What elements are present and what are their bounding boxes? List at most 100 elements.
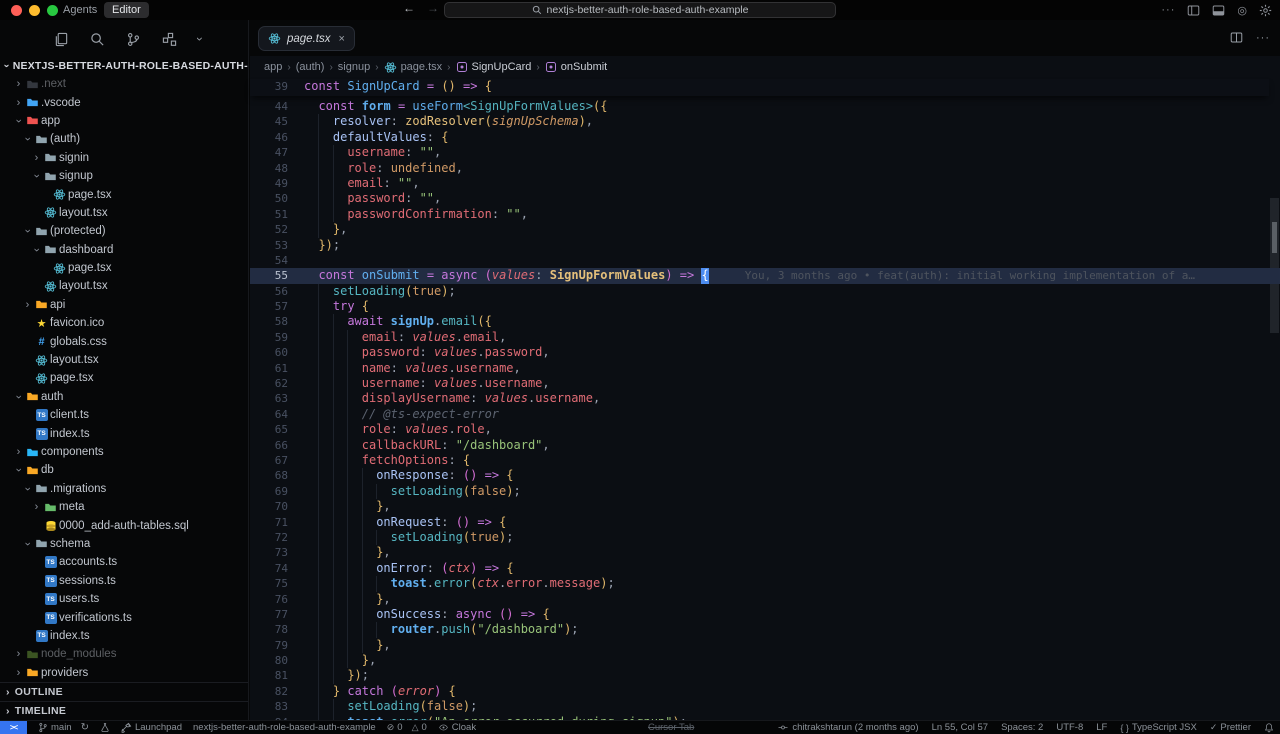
command-search-bar[interactable]: nextjs-better-auth-role-based-auth-examp… [444, 2, 836, 18]
code-line-66[interactable]: 66callbackURL: "/dashboard", [250, 438, 1280, 453]
extensions-icon[interactable] [162, 32, 177, 47]
tree-item-page.tsx[interactable]: page.tsx [0, 369, 248, 387]
tree-item-components[interactable]: ›components [0, 443, 248, 461]
line-number[interactable]: 48 [250, 161, 288, 176]
line-number[interactable]: 47 [250, 145, 288, 160]
code-line-47[interactable]: 47username: "", [250, 145, 1280, 160]
chevron-down-icon[interactable]: › [198, 30, 202, 48]
status-item-ln-55-col-57[interactable]: Ln 55, Col 57 [932, 722, 989, 733]
status-item-chitrakshtarun-2-months-ago-[interactable]: chitrakshtarun (2 months ago) [777, 722, 918, 733]
code-line-57[interactable]: 57try { [250, 299, 1280, 314]
status-item-flask-icon[interactable] [100, 722, 110, 733]
line-number[interactable]: 58 [250, 314, 288, 329]
menu-agents[interactable]: Agents [63, 0, 97, 20]
status-item-bell-icon[interactable] [1264, 722, 1274, 733]
code-line-74[interactable]: 74onError: (ctx) => { [250, 561, 1280, 576]
code-line-59[interactable]: 59email: values.email, [250, 330, 1280, 345]
code-line-63[interactable]: 63displayUsername: values.username, [250, 391, 1280, 406]
status-item-main[interactable]: main↻ [38, 722, 89, 733]
outline-section-header[interactable]: › OUTLINE [0, 682, 248, 701]
remote-indicator[interactable]: >< [0, 721, 27, 734]
status-item-prettier[interactable]: ✓Prettier [1210, 722, 1251, 733]
line-number[interactable]: 81 [250, 668, 288, 683]
line-number[interactable]: 70 [250, 499, 288, 514]
code-line-69[interactable]: 69setLoading(false); [250, 484, 1280, 499]
code-line-45[interactable]: 45resolver: zodResolver(signUpSchema), [250, 114, 1280, 129]
code-line-44[interactable]: 44const form = useForm<SignUpFormValues>… [250, 99, 1280, 114]
status-item-0[interactable]: ⊘0△0 [387, 722, 427, 733]
status-item-cloak[interactable]: Cloak [438, 722, 476, 733]
line-number[interactable]: 73 [250, 545, 288, 560]
tree-item-signin[interactable]: ›signin [0, 149, 248, 167]
code-area[interactable]: 44const form = useForm<SignUpFormValues>… [250, 99, 1280, 720]
line-number[interactable]: 60 [250, 345, 288, 360]
line-number[interactable]: 66 [250, 438, 288, 453]
line-number[interactable]: 68 [250, 468, 288, 483]
line-number[interactable]: 46 [250, 130, 288, 145]
line-number[interactable]: 39 [250, 79, 288, 94]
line-number[interactable]: 75 [250, 576, 288, 591]
code-line-70[interactable]: 70}, [250, 499, 1280, 514]
line-number[interactable]: 74 [250, 561, 288, 576]
line-number[interactable]: 53 [250, 238, 288, 253]
layout-panel-icon[interactable] [1212, 4, 1225, 17]
tree-item-node-modules[interactable]: ›node_modules [0, 645, 248, 663]
forward-button[interactable]: → [427, 1, 439, 15]
line-number[interactable]: 56 [250, 284, 288, 299]
line-number[interactable]: 45 [250, 114, 288, 129]
code-line-53[interactable]: 53}); [250, 238, 1280, 253]
close-window-button[interactable] [11, 5, 22, 16]
code-line-77[interactable]: 77onSuccess: async () => { [250, 607, 1280, 622]
code-line-76[interactable]: 76}, [250, 592, 1280, 607]
line-number[interactable]: 55 [250, 268, 288, 283]
tree-item-verifications.ts[interactable]: TSverifications.ts [0, 608, 248, 626]
tree-item-meta[interactable]: ›meta [0, 498, 248, 516]
code-line-75[interactable]: 75toast.error(ctx.error.message); [250, 576, 1280, 591]
breadcrumb-item-signupcard[interactable]: SignUpCard [456, 61, 532, 73]
tab-page-tsx[interactable]: page.tsx × [258, 26, 355, 51]
split-editor-icon[interactable] [1230, 31, 1243, 44]
line-number[interactable]: 62 [250, 376, 288, 391]
line-number[interactable]: 59 [250, 330, 288, 345]
sync-icon[interactable]: ↻ [81, 722, 89, 733]
tree-item-signup[interactable]: ›signup [0, 167, 248, 185]
line-number[interactable]: 64 [250, 407, 288, 422]
line-number[interactable]: 84 [250, 715, 288, 720]
code-line-46[interactable]: 46defaultValues: { [250, 130, 1280, 145]
code-line-48[interactable]: 48role: undefined, [250, 161, 1280, 176]
code-line-56[interactable]: 56setLoading(true); [250, 284, 1280, 299]
tree-item-auth[interactable]: ›auth [0, 388, 248, 406]
tree-item-.vscode[interactable]: ›.vscode [0, 93, 248, 111]
breadcrumb-item-page.tsx[interactable]: page.tsx [384, 61, 443, 74]
code-line-58[interactable]: 58await signUp.email({ [250, 314, 1280, 329]
code-line-68[interactable]: 68onResponse: () => { [250, 468, 1280, 483]
line-number[interactable]: 61 [250, 361, 288, 376]
more-icon[interactable]: ··· [1161, 4, 1175, 16]
status-item-lf[interactable]: LF [1096, 722, 1107, 733]
line-number[interactable]: 77 [250, 607, 288, 622]
line-number[interactable]: 83 [250, 699, 288, 714]
line-number[interactable]: 49 [250, 176, 288, 191]
tree-item-0000-add-auth-tables.sql[interactable]: 0000_add-auth-tables.sql [0, 516, 248, 534]
line-number[interactable]: 54 [250, 253, 288, 268]
code-line-78[interactable]: 78router.push("/dashboard"); [250, 622, 1280, 637]
line-number[interactable]: 78 [250, 622, 288, 637]
line-number[interactable]: 80 [250, 653, 288, 668]
code-line-54[interactable]: 54 [250, 253, 1280, 268]
tree-item-db[interactable]: ›db [0, 461, 248, 479]
line-number[interactable]: 72 [250, 530, 288, 545]
code-line-81[interactable]: 81}); [250, 668, 1280, 683]
code-line-80[interactable]: 80}, [250, 653, 1280, 668]
timeline-section-header[interactable]: › TIMELINE [0, 701, 248, 720]
code-line-64[interactable]: 64// @ts-expect-error [250, 407, 1280, 422]
status-item-spaces-2[interactable]: Spaces: 2 [1001, 722, 1043, 733]
code-line-79[interactable]: 79}, [250, 638, 1280, 653]
line-number[interactable]: 50 [250, 191, 288, 206]
tree-item-dashboard[interactable]: ›dashboard [0, 241, 248, 259]
tree-item--protected-[interactable]: ›(protected) [0, 222, 248, 240]
code-line-83[interactable]: 83setLoading(false); [250, 699, 1280, 714]
tree-item-sessions.ts[interactable]: TSsessions.ts [0, 572, 248, 590]
tree-item-app[interactable]: ›app [0, 112, 248, 130]
line-number[interactable]: 57 [250, 299, 288, 314]
more-icon[interactable]: ··· [1256, 28, 1270, 46]
